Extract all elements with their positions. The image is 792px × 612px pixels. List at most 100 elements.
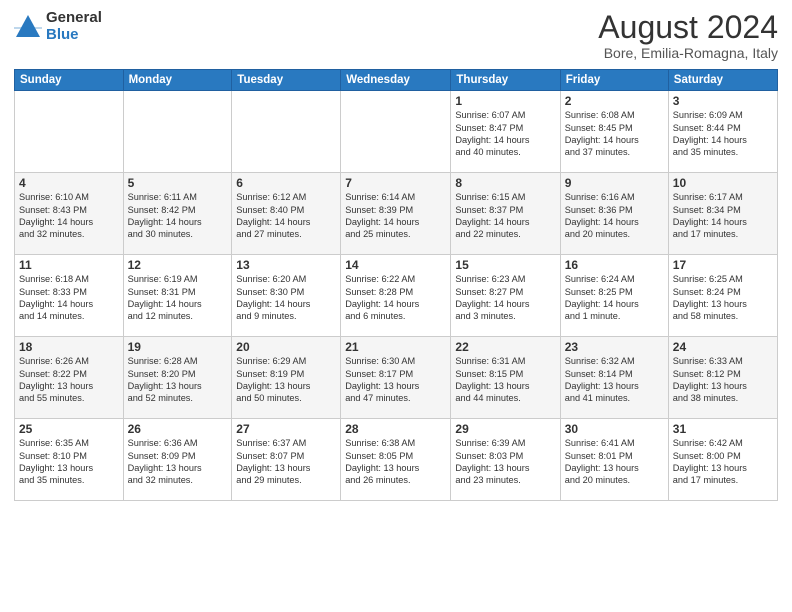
day-info: Sunrise: 6:11 AM Sunset: 8:42 PM Dayligh… bbox=[128, 192, 202, 239]
day-number: 10 bbox=[673, 176, 773, 190]
logo-blue-text: Blue bbox=[46, 27, 102, 44]
col-header-friday: Friday bbox=[560, 70, 668, 91]
day-number: 16 bbox=[565, 258, 664, 272]
subtitle: Bore, Emilia-Romagna, Italy bbox=[598, 45, 778, 61]
day-number: 6 bbox=[236, 176, 336, 190]
day-cell: 9 Sunrise: 6:16 AM Sunset: 8:36 PM Daylig… bbox=[560, 173, 668, 255]
day-info: Sunrise: 6:17 AM Sunset: 8:34 PM Dayligh… bbox=[673, 192, 747, 239]
day-info: Sunrise: 6:14 AM Sunset: 8:39 PM Dayligh… bbox=[345, 192, 419, 239]
day-number: 3 bbox=[673, 94, 773, 108]
logo-text: General Blue bbox=[46, 10, 102, 43]
day-info: Sunrise: 6:15 AM Sunset: 8:37 PM Dayligh… bbox=[455, 192, 529, 239]
day-info: Sunrise: 6:10 AM Sunset: 8:43 PM Dayligh… bbox=[19, 192, 93, 239]
day-number: 8 bbox=[455, 176, 555, 190]
title-block: August 2024 Bore, Emilia-Romagna, Italy bbox=[598, 10, 778, 61]
day-info: Sunrise: 6:24 AM Sunset: 8:25 PM Dayligh… bbox=[565, 274, 639, 321]
col-header-thursday: Thursday bbox=[451, 70, 560, 91]
day-cell: 21 Sunrise: 6:30 AM Sunset: 8:17 PM Dayli… bbox=[341, 337, 451, 419]
day-number: 19 bbox=[128, 340, 228, 354]
col-header-wednesday: Wednesday bbox=[341, 70, 451, 91]
day-info: Sunrise: 6:08 AM Sunset: 8:45 PM Dayligh… bbox=[565, 110, 639, 157]
day-cell: 14 Sunrise: 6:22 AM Sunset: 8:28 PM Dayli… bbox=[341, 255, 451, 337]
week-row-4: 18Sunrise: 6:26 AM Sunset: 8:22 PM Dayli… bbox=[15, 337, 778, 419]
day-number: 14 bbox=[345, 258, 446, 272]
day-number: 23 bbox=[565, 340, 664, 354]
logo-icon bbox=[14, 13, 42, 41]
week-row-1: 1 Sunrise: 6:07 AM Sunset: 8:47 PM Daylig… bbox=[15, 91, 778, 173]
day-info: Sunrise: 6:07 AM Sunset: 8:47 PM Dayligh… bbox=[455, 110, 529, 157]
main-title: August 2024 bbox=[598, 10, 778, 45]
day-cell: 19 Sunrise: 6:28 AM Sunset: 8:20 PM Dayli… bbox=[123, 337, 232, 419]
day-number: 1 bbox=[455, 94, 555, 108]
day-info: Sunrise: 6:28 AM Sunset: 8:20 PM Dayligh… bbox=[128, 356, 202, 403]
day-cell: 20 Sunrise: 6:29 AM Sunset: 8:19 PM Dayli… bbox=[232, 337, 341, 419]
day-info: Sunrise: 6:42 AM Sunset: 8:00 PM Dayligh… bbox=[673, 438, 747, 485]
day-cell: 23 Sunrise: 6:32 AM Sunset: 8:14 PM Dayli… bbox=[560, 337, 668, 419]
day-cell: 3 Sunrise: 6:09 AM Sunset: 8:44 PM Daylig… bbox=[668, 91, 777, 173]
day-number: 7 bbox=[345, 176, 446, 190]
day-cell: 26Sunrise: 6:36 AM Sunset: 8:09 PM Dayli… bbox=[123, 419, 232, 501]
day-cell: 15 Sunrise: 6:23 AM Sunset: 8:27 PM Dayli… bbox=[451, 255, 560, 337]
day-cell: 18Sunrise: 6:26 AM Sunset: 8:22 PM Dayli… bbox=[15, 337, 124, 419]
day-info: Sunrise: 6:29 AM Sunset: 8:19 PM Dayligh… bbox=[236, 356, 310, 403]
day-cell: 4Sunrise: 6:10 AM Sunset: 8:43 PM Daylig… bbox=[15, 173, 124, 255]
day-number: 11 bbox=[19, 258, 119, 272]
day-number: 5 bbox=[128, 176, 228, 190]
day-number: 28 bbox=[345, 422, 446, 436]
day-info: Sunrise: 6:32 AM Sunset: 8:14 PM Dayligh… bbox=[565, 356, 639, 403]
page: General Blue August 2024 Bore, Emilia-Ro… bbox=[0, 0, 792, 612]
day-cell: 22 Sunrise: 6:31 AM Sunset: 8:15 PM Dayli… bbox=[451, 337, 560, 419]
header: General Blue August 2024 Bore, Emilia-Ro… bbox=[14, 10, 778, 61]
day-number: 26 bbox=[128, 422, 228, 436]
day-cell bbox=[15, 91, 124, 173]
day-number: 21 bbox=[345, 340, 446, 354]
day-cell: 25Sunrise: 6:35 AM Sunset: 8:10 PM Dayli… bbox=[15, 419, 124, 501]
day-cell: 1 Sunrise: 6:07 AM Sunset: 8:47 PM Daylig… bbox=[451, 91, 560, 173]
day-number: 13 bbox=[236, 258, 336, 272]
logo: General Blue bbox=[14, 10, 102, 43]
day-cell: 13Sunrise: 6:20 AM Sunset: 8:30 PM Dayli… bbox=[232, 255, 341, 337]
day-cell: 2 Sunrise: 6:08 AM Sunset: 8:45 PM Daylig… bbox=[560, 91, 668, 173]
day-number: 31 bbox=[673, 422, 773, 436]
day-info: Sunrise: 6:39 AM Sunset: 8:03 PM Dayligh… bbox=[455, 438, 529, 485]
day-cell: 5 Sunrise: 6:11 AM Sunset: 8:42 PM Daylig… bbox=[123, 173, 232, 255]
day-info: Sunrise: 6:31 AM Sunset: 8:15 PM Dayligh… bbox=[455, 356, 529, 403]
day-info: Sunrise: 6:33 AM Sunset: 8:12 PM Dayligh… bbox=[673, 356, 747, 403]
day-cell: 6 Sunrise: 6:12 AM Sunset: 8:40 PM Daylig… bbox=[232, 173, 341, 255]
day-cell: 12Sunrise: 6:19 AM Sunset: 8:31 PM Dayli… bbox=[123, 255, 232, 337]
day-number: 9 bbox=[565, 176, 664, 190]
day-number: 17 bbox=[673, 258, 773, 272]
day-cell: 24 Sunrise: 6:33 AM Sunset: 8:12 PM Dayli… bbox=[668, 337, 777, 419]
day-cell: 11 Sunrise: 6:18 AM Sunset: 8:33 PM Dayli… bbox=[15, 255, 124, 337]
day-number: 20 bbox=[236, 340, 336, 354]
day-info: Sunrise: 6:23 AM Sunset: 8:27 PM Dayligh… bbox=[455, 274, 529, 321]
calendar-table: SundayMondayTuesdayWednesdayThursdayFrid… bbox=[14, 69, 778, 501]
day-cell bbox=[232, 91, 341, 173]
day-info: Sunrise: 6:38 AM Sunset: 8:05 PM Dayligh… bbox=[345, 438, 419, 485]
day-cell: 27Sunrise: 6:37 AM Sunset: 8:07 PM Dayli… bbox=[232, 419, 341, 501]
header-row: SundayMondayTuesdayWednesdayThursdayFrid… bbox=[15, 70, 778, 91]
day-info: Sunrise: 6:30 AM Sunset: 8:17 PM Dayligh… bbox=[345, 356, 419, 403]
day-info: Sunrise: 6:16 AM Sunset: 8:36 PM Dayligh… bbox=[565, 192, 639, 239]
day-cell: 31 Sunrise: 6:42 AM Sunset: 8:00 PM Dayli… bbox=[668, 419, 777, 501]
day-cell: 17 Sunrise: 6:25 AM Sunset: 8:24 PM Dayli… bbox=[668, 255, 777, 337]
col-header-monday: Monday bbox=[123, 70, 232, 91]
day-info: Sunrise: 6:18 AM Sunset: 8:33 PM Dayligh… bbox=[19, 274, 93, 321]
day-number: 22 bbox=[455, 340, 555, 354]
day-cell: 29 Sunrise: 6:39 AM Sunset: 8:03 PM Dayli… bbox=[451, 419, 560, 501]
day-number: 2 bbox=[565, 94, 664, 108]
day-info: Sunrise: 6:12 AM Sunset: 8:40 PM Dayligh… bbox=[236, 192, 310, 239]
day-info: Sunrise: 6:26 AM Sunset: 8:22 PM Dayligh… bbox=[19, 356, 93, 403]
day-cell: 16 Sunrise: 6:24 AM Sunset: 8:25 PM Dayli… bbox=[560, 255, 668, 337]
week-row-5: 25Sunrise: 6:35 AM Sunset: 8:10 PM Dayli… bbox=[15, 419, 778, 501]
week-row-3: 11 Sunrise: 6:18 AM Sunset: 8:33 PM Dayli… bbox=[15, 255, 778, 337]
col-header-tuesday: Tuesday bbox=[232, 70, 341, 91]
day-number: 24 bbox=[673, 340, 773, 354]
day-number: 15 bbox=[455, 258, 555, 272]
logo-general-text: General bbox=[46, 10, 102, 27]
day-info: Sunrise: 6:25 AM Sunset: 8:24 PM Dayligh… bbox=[673, 274, 747, 321]
day-number: 29 bbox=[455, 422, 555, 436]
day-info: Sunrise: 6:22 AM Sunset: 8:28 PM Dayligh… bbox=[345, 274, 419, 321]
day-number: 25 bbox=[19, 422, 119, 436]
day-info: Sunrise: 6:09 AM Sunset: 8:44 PM Dayligh… bbox=[673, 110, 747, 157]
